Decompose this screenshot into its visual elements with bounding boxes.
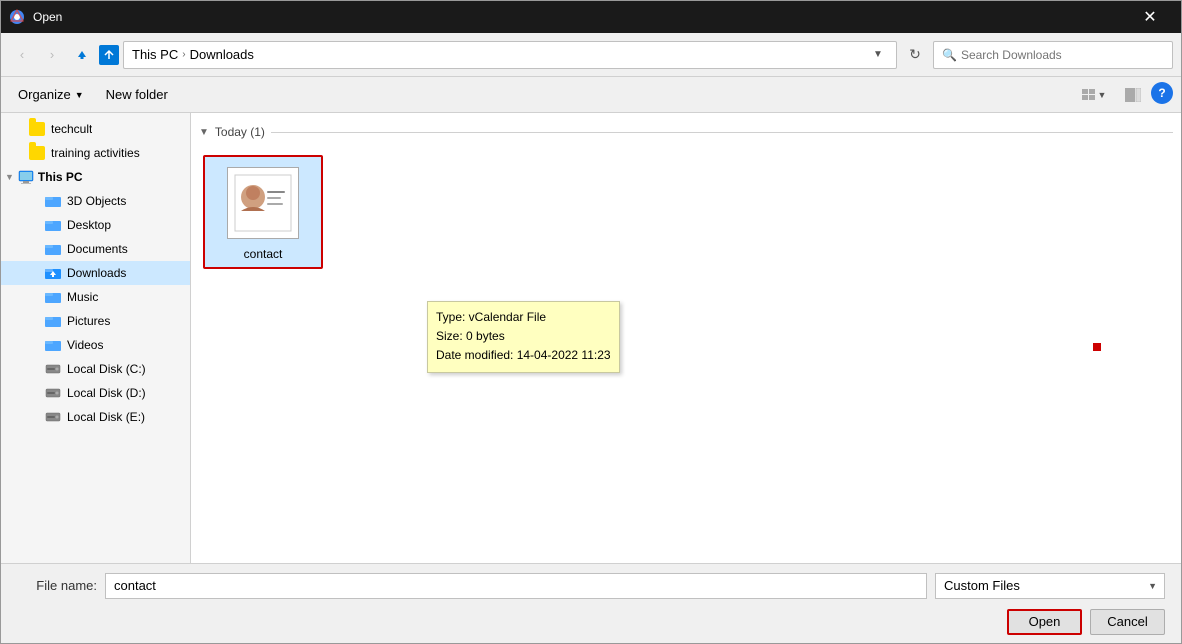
sidebar-item-training[interactable]: training activities: [1, 141, 190, 165]
drive-e-icon: [45, 409, 61, 425]
close-button[interactable]: ✕: [1127, 1, 1173, 33]
help-button[interactable]: ?: [1151, 82, 1173, 104]
file-item-contact[interactable]: contact: [203, 155, 323, 269]
file-label-contact: contact: [244, 247, 283, 261]
group-chevron: ▼: [199, 127, 209, 138]
path-arrow-1: ›: [182, 49, 185, 60]
tooltip-size: Size: 0 bytes: [436, 327, 611, 346]
preview-pane-button[interactable]: [1119, 82, 1147, 108]
sidebar-item-label: Desktop: [67, 218, 111, 232]
tooltip-type: Type: vCalendar File: [436, 308, 611, 327]
files-grid: contact: [199, 151, 1173, 273]
bottom-bar: File name: Custom Files All Files Open C…: [1, 563, 1181, 643]
search-box[interactable]: 🔍: [933, 41, 1173, 69]
group-label: Today (1): [215, 125, 265, 139]
organize-arrow: ▼: [75, 90, 84, 100]
path-content: This PC › Downloads: [132, 47, 868, 62]
sidebar-item-label: Documents: [67, 242, 128, 256]
sidebar-item-label: Music: [67, 290, 98, 304]
sidebar-item-locale[interactable]: Local Disk (E:): [1, 405, 190, 429]
sidebar-item-label: Downloads: [67, 266, 126, 280]
action-buttons: Open Cancel: [1007, 609, 1165, 635]
tooltip-date: Date modified: 14-04-2022 11:23: [436, 346, 611, 365]
path-downloads: Downloads: [190, 47, 254, 62]
back-button[interactable]: ‹: [9, 42, 35, 68]
up-button[interactable]: [69, 42, 95, 68]
folder-docs-icon: [45, 241, 61, 257]
sidebar-thispc-label: This PC: [38, 170, 83, 184]
chrome-icon: [9, 9, 25, 25]
sidebar: techcult training activities ▼ This PC: [1, 113, 191, 563]
group-header-today: ▼ Today (1): [199, 121, 1173, 143]
new-folder-button[interactable]: New folder: [97, 82, 177, 108]
sidebar-item-documents[interactable]: Documents: [1, 237, 190, 261]
sidebar-item-locald[interactable]: Local Disk (D:): [1, 381, 190, 405]
drive-d-icon: [45, 385, 61, 401]
sidebar-item-videos[interactable]: Videos: [1, 333, 190, 357]
toolbar-right: ▼ ?: [1073, 82, 1173, 108]
folder-music-icon: [45, 289, 61, 305]
sidebar-thispc[interactable]: ▼ This PC: [1, 165, 190, 189]
pc-icon: [18, 169, 34, 185]
filename-input[interactable]: [105, 573, 927, 599]
sidebar-item-label: Videos: [67, 338, 103, 352]
file-tooltip: Type: vCalendar File Size: 0 bytes Date …: [427, 301, 620, 373]
expand-icon: ▼: [5, 172, 14, 182]
filename-label: File name:: [17, 578, 97, 593]
sidebar-item-label: training activities: [51, 146, 140, 160]
refresh-button[interactable]: ↻: [901, 41, 929, 69]
sidebar-item-pictures[interactable]: Pictures: [1, 309, 190, 333]
folder-icon: [29, 122, 45, 136]
search-icon: 🔍: [942, 48, 957, 62]
sidebar-item-label: Local Disk (E:): [67, 410, 145, 424]
location-icon: [99, 45, 119, 65]
folder-icon: [29, 146, 45, 160]
filename-row: File name: Custom Files All Files: [17, 573, 1165, 599]
sidebar-item-3dobjects[interactable]: 3D Objects: [1, 189, 190, 213]
title-bar: Open ✕: [1, 1, 1181, 33]
folder-videos-icon: [45, 337, 61, 353]
organize-button[interactable]: Organize ▼: [9, 82, 93, 108]
sidebar-item-label: Pictures: [67, 314, 110, 328]
filetype-wrapper: Custom Files All Files: [935, 573, 1165, 599]
toolbar: Organize ▼ New folder ▼: [1, 77, 1181, 113]
folder-pictures-icon: [45, 313, 61, 329]
cancel-button[interactable]: Cancel: [1090, 609, 1165, 635]
path-dropdown-button[interactable]: ▼: [868, 45, 888, 65]
sidebar-item-label: Local Disk (C:): [67, 362, 146, 376]
sidebar-item-localc[interactable]: Local Disk (C:): [1, 357, 190, 381]
contact-file-visual: [227, 167, 299, 239]
sidebar-item-music[interactable]: Music: [1, 285, 190, 309]
sidebar-item-label: techcult: [51, 122, 92, 136]
main-content: techcult training activities ▼ This PC: [1, 113, 1181, 563]
red-dot: [1093, 343, 1101, 351]
sidebar-item-techcult[interactable]: techcult: [1, 117, 190, 141]
filetype-select[interactable]: Custom Files All Files: [935, 573, 1165, 599]
search-input[interactable]: [961, 48, 1164, 62]
sidebar-item-desktop[interactable]: Desktop: [1, 213, 190, 237]
dialog-title: Open: [33, 10, 1127, 24]
path-thispc: This PC: [132, 47, 178, 62]
file-area: ▼ Today (1): [191, 113, 1181, 563]
view-options-button[interactable]: ▼: [1073, 82, 1115, 108]
open-button[interactable]: Open: [1007, 609, 1082, 635]
folder-3d-icon: [45, 193, 61, 209]
drive-c-icon: [45, 361, 61, 377]
open-dialog: Open ✕ ‹ › This PC › Downloads ▼ ↻: [0, 0, 1182, 644]
sidebar-item-downloads[interactable]: Downloads: [1, 261, 190, 285]
folder-desktop-icon: [45, 217, 61, 233]
forward-button[interactable]: ›: [39, 42, 65, 68]
sidebar-item-label: 3D Objects: [67, 194, 126, 208]
address-path[interactable]: This PC › Downloads ▼: [123, 41, 897, 69]
folder-downloads-icon: [45, 265, 61, 281]
address-bar: ‹ › This PC › Downloads ▼ ↻ 🔍: [1, 33, 1181, 77]
file-icon-contact: [223, 163, 303, 243]
action-row: Open Cancel: [17, 609, 1165, 635]
sidebar-item-label: Local Disk (D:): [67, 386, 146, 400]
